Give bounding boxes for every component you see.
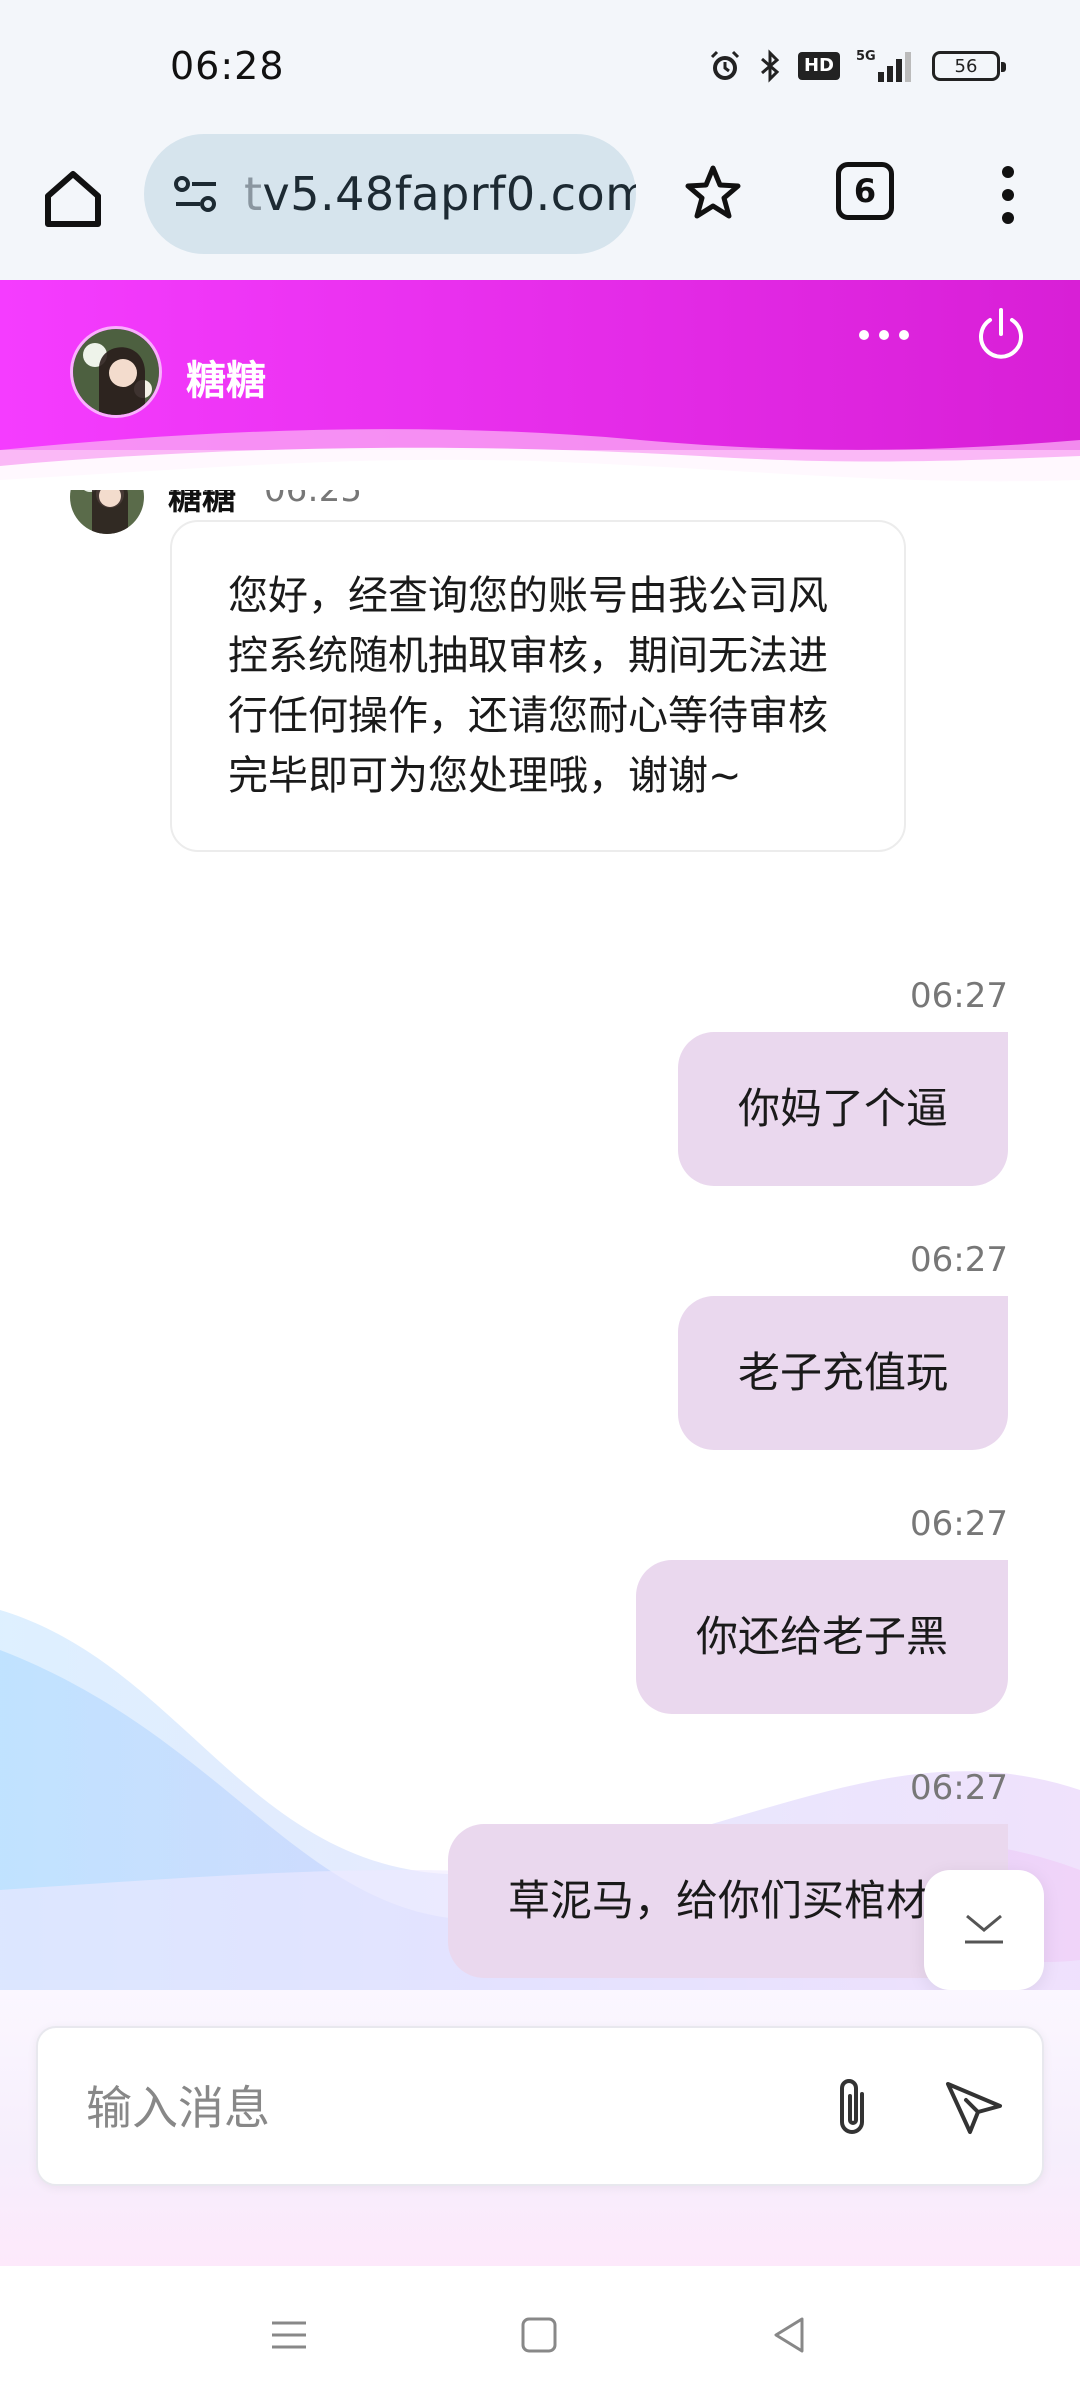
svg-text:5G: 5G: [856, 49, 876, 64]
message-composer: [36, 2026, 1044, 2186]
more-horiz-icon[interactable]: [854, 320, 914, 350]
avatar[interactable]: [70, 490, 144, 534]
hd-icon: HD: [797, 52, 840, 80]
signal-icon: 5G: [856, 48, 916, 84]
system-navigation-bar: [0, 2266, 1080, 2400]
message-time: 06:27: [910, 1504, 1008, 1544]
message-bubble: 你还给老子黑: [635, 1560, 1008, 1714]
paperclip-icon[interactable]: [822, 2072, 882, 2142]
contact-avatar[interactable]: [70, 326, 162, 418]
power-icon[interactable]: [970, 304, 1032, 366]
url-prefix: t: [244, 167, 263, 221]
site-settings-icon[interactable]: [168, 166, 224, 222]
outgoing-message: 06:27 你还给老子黑: [408, 1504, 1008, 1714]
sender-name: 糖糖: [168, 490, 236, 518]
send-icon[interactable]: [938, 2072, 1008, 2142]
outgoing-message: 06:27 老子充值玩: [408, 1240, 1008, 1450]
message-time: 06:27: [910, 976, 1008, 1016]
battery-icon: 56: [932, 51, 1006, 81]
tabs-icon[interactable]: 6: [836, 162, 894, 220]
back-icon[interactable]: [764, 2310, 814, 2360]
scroll-to-bottom-button[interactable]: [924, 1870, 1044, 1990]
header-background: [0, 280, 1080, 490]
home-square-icon[interactable]: [514, 2310, 564, 2360]
chat-header: 糖糖: [0, 280, 1080, 490]
contact-name: 糖糖: [186, 358, 266, 404]
status-bar: 06:28 HD 5G 56: [0, 0, 1080, 130]
status-time: 06:28: [170, 44, 285, 88]
message-time: 06:27: [910, 1768, 1008, 1808]
home-icon[interactable]: [38, 164, 108, 234]
url-text[interactable]: tv5.48faprf0.com: [244, 167, 636, 221]
outgoing-message: 06:27 你妈了个逼: [408, 976, 1008, 1186]
recents-icon[interactable]: [264, 2310, 314, 2360]
message-bubble: 你妈了个逼: [677, 1032, 1008, 1186]
url-domain: v5.48faprf0.com: [262, 167, 636, 221]
browser-toolbar: tv5.48faprf0.com 6: [0, 130, 1080, 280]
chevron-down-icon: [961, 1908, 1007, 1952]
address-bar[interactable]: tv5.48faprf0.com: [144, 134, 636, 254]
status-icons: HD 5G 56: [708, 46, 1006, 86]
message-time: 06:27: [910, 1240, 1008, 1280]
alarm-icon: [708, 49, 742, 83]
message-time: 06:25: [264, 490, 362, 510]
bluetooth-icon: [758, 49, 782, 83]
star-icon[interactable]: [680, 160, 746, 226]
message-bubble: 您好，经查询您的账号由我公司风控系统随机抽取审核，期间无法进行任何操作，还请您耐…: [170, 520, 906, 852]
message-input[interactable]: [86, 2064, 786, 2152]
chat-area[interactable]: 糖糖 06:25 您好，经查询您的账号由我公司风控系统随机抽取审核，期间无法进行…: [0, 490, 1080, 1990]
message-bubble: 老子充值玩: [677, 1296, 1008, 1450]
more-vert-icon[interactable]: [990, 160, 1026, 230]
